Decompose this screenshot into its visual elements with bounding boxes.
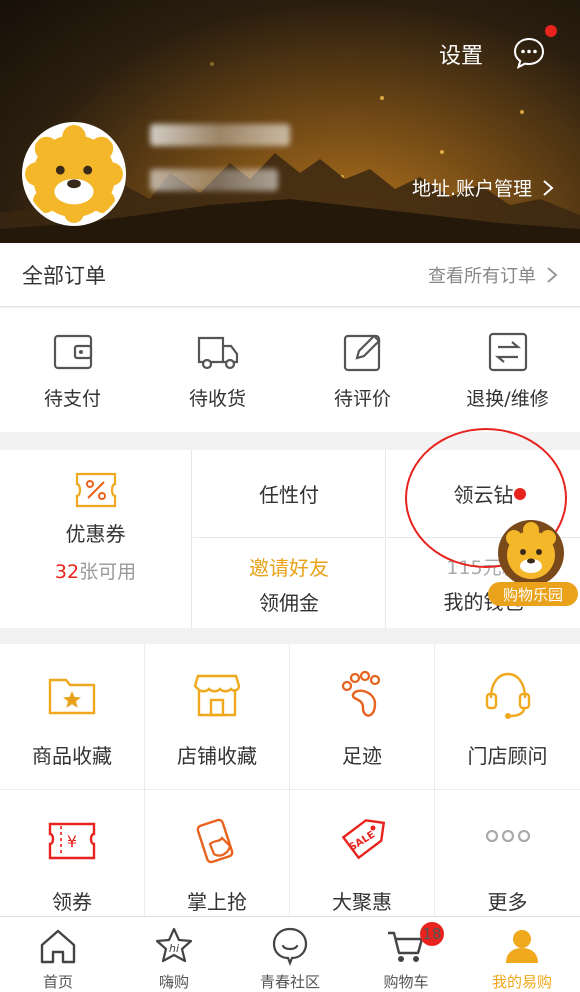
nav-home[interactable]: 首页 xyxy=(0,917,116,992)
tools-grid: 商品收藏 店铺收藏 足迹 门店顾问 ¥ 领券 掌上抢 SALE 大聚惠 更多 xyxy=(0,644,580,936)
avatar[interactable] xyxy=(22,122,126,226)
phone-grab-icon xyxy=(196,818,234,864)
order-pending-payment[interactable]: 待支付 xyxy=(0,308,145,432)
ticket-icon: ¥ xyxy=(48,822,96,860)
view-all-orders-link[interactable]: 查看所有订单 xyxy=(428,262,558,288)
coupon-count-text: 32张可用 xyxy=(55,557,136,584)
address-account-link[interactable]: 地址.账户管理 xyxy=(412,174,554,201)
renxingfu-entry[interactable]: 任性付 xyxy=(193,450,386,538)
coupon-percent-icon xyxy=(75,472,116,508)
message-icon[interactable] xyxy=(512,36,546,70)
tool-product-favorites[interactable]: 商品收藏 xyxy=(0,644,145,790)
message-unread-dot xyxy=(545,25,557,37)
tool-label: 店铺收藏 xyxy=(177,744,257,768)
edit-icon xyxy=(343,334,381,372)
coupon-count: 32 xyxy=(54,561,80,583)
bottom-nav: 首页 hi 嗨购 青春社区 18 购物车 我的易购 xyxy=(0,916,580,992)
footprint-icon xyxy=(341,670,381,717)
order-return-repair[interactable]: 退换/维修 xyxy=(435,308,580,432)
tool-big-deal[interactable]: SALE 大聚惠 xyxy=(290,790,435,936)
tool-label: 大聚惠 xyxy=(332,890,392,914)
nav-label: 嗨购 xyxy=(158,973,189,991)
order-item-label: 待收货 xyxy=(188,388,246,410)
invite-highlight: 邀请好友 xyxy=(249,555,329,580)
svg-text:hi: hi xyxy=(169,942,179,955)
tool-store-advisor[interactable]: 门店顾问 xyxy=(435,644,580,790)
yunzuan-label: 领云钻 xyxy=(453,483,514,507)
folder-star-icon xyxy=(48,678,96,715)
store-icon xyxy=(193,674,241,717)
nav-youth-community[interactable]: 青春社区 xyxy=(232,917,348,992)
invite-label: 领佣金 xyxy=(259,590,319,615)
tool-label: 足迹 xyxy=(342,744,382,768)
nav-label: 首页 xyxy=(42,973,73,991)
coupon-entry[interactable]: 优惠券 32张可用 xyxy=(0,450,192,628)
invite-friends-entry[interactable]: 邀请好友 领佣金 xyxy=(193,539,386,628)
headset-icon xyxy=(485,672,530,719)
home-icon xyxy=(40,929,76,964)
orders-header: 全部订单 查看所有订单 xyxy=(0,243,580,307)
tool-footprint[interactable]: 足迹 xyxy=(290,644,435,790)
chevron-right-icon xyxy=(547,266,558,283)
my-account-page: 设置 地址.账户管理 全部订单 查看所有订单 待支付 待收货 待评价 退换/维修… xyxy=(0,0,580,992)
address-account-label: 地址.账户管理 xyxy=(411,178,532,200)
lion-mascot-icon xyxy=(498,520,564,586)
lion-avatar-icon xyxy=(25,125,123,223)
shopping-fun-park-float[interactable]: 购物乐园 xyxy=(486,520,580,606)
order-item-label: 待支付 xyxy=(43,388,101,410)
sale-tag-icon: SALE xyxy=(341,819,386,860)
user-icon xyxy=(506,930,538,963)
svg-text:¥: ¥ xyxy=(67,832,77,851)
coupon-count-suffix: 张可用 xyxy=(79,561,137,583)
tool-label: 领券 xyxy=(52,890,92,914)
all-orders-title: 全部订单 xyxy=(22,263,106,288)
smile-chat-icon xyxy=(272,927,308,966)
tool-more[interactable]: 更多 xyxy=(435,790,580,936)
order-pending-review[interactable]: 待评价 xyxy=(290,308,435,432)
hi-star-icon: hi xyxy=(155,927,193,963)
nav-label: 购物车 xyxy=(383,973,429,991)
fun-park-label: 购物乐园 xyxy=(488,582,578,606)
settings-button[interactable]: 设置 xyxy=(439,38,483,70)
truck-icon xyxy=(197,336,238,370)
tool-label: 门店顾问 xyxy=(467,744,548,768)
chevron-right-icon xyxy=(543,179,554,196)
order-item-label: 待评价 xyxy=(333,388,391,410)
exchange-icon xyxy=(488,332,527,372)
order-item-label: 退换/维修 xyxy=(466,388,549,410)
tool-get-coupons[interactable]: ¥ 领券 xyxy=(0,790,145,936)
nav-label: 青春社区 xyxy=(259,973,320,991)
view-all-orders-label: 查看所有订单 xyxy=(428,265,536,287)
more-dots-icon xyxy=(485,829,530,843)
tool-label: 更多 xyxy=(487,890,528,914)
nav-cart[interactable]: 18 购物车 xyxy=(348,917,464,992)
tool-label: 掌上抢 xyxy=(187,890,247,914)
order-status-row: 待支付 待收货 待评价 退换/维修 xyxy=(0,308,580,432)
cart-count-badge: 18 xyxy=(420,922,444,946)
profile-header: 设置 地址.账户管理 xyxy=(0,0,580,243)
tool-store-favorites[interactable]: 店铺收藏 xyxy=(145,644,290,790)
wallet-icon xyxy=(53,334,92,370)
order-pending-receipt[interactable]: 待收货 xyxy=(145,308,290,432)
nav-label: 我的易购 xyxy=(491,973,552,991)
tool-mobile-grab[interactable]: 掌上抢 xyxy=(145,790,290,936)
coupon-label: 优惠券 xyxy=(65,522,126,546)
member-level-blurred xyxy=(150,169,278,191)
svg-text:SALE: SALE xyxy=(347,829,377,853)
tool-label: 商品收藏 xyxy=(32,744,112,768)
nav-higou[interactable]: hi 嗨购 xyxy=(116,917,232,992)
user-name-blurred xyxy=(150,124,290,146)
yunzuan-red-dot xyxy=(514,488,526,500)
renxingfu-label: 任性付 xyxy=(259,483,319,507)
nav-my-yigou[interactable]: 我的易购 xyxy=(464,917,580,992)
